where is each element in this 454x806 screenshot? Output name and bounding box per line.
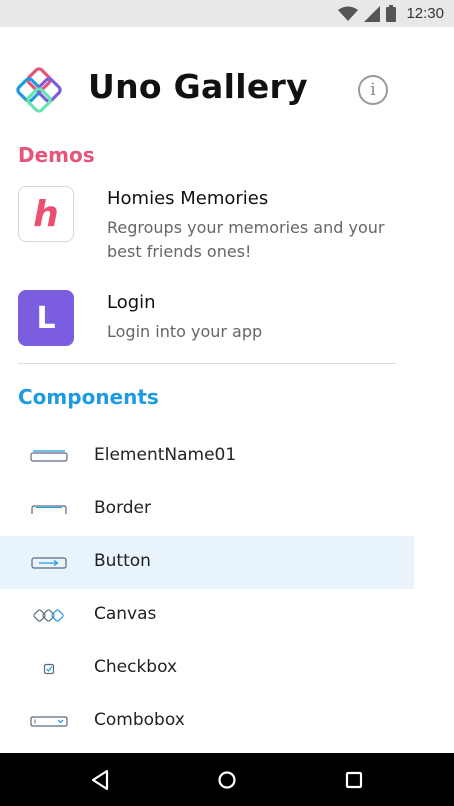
component-item-checkbox[interactable]: Checkbox <box>0 642 414 695</box>
demo-title: Homies Memories <box>107 188 269 209</box>
back-button[interactable] <box>85 765 115 795</box>
component-item-border[interactable]: Border <box>0 483 414 536</box>
button-icon <box>31 557 67 569</box>
component-label: ElementName01 <box>94 445 237 465</box>
app-title: Uno Gallery <box>88 67 308 106</box>
component-item-combobox[interactable]: Combobox <box>0 695 414 748</box>
status-bar: 12:30 <box>0 0 454 27</box>
component-item-canvas[interactable]: Canvas <box>0 589 414 642</box>
components-section-title: Components <box>18 385 159 409</box>
demo-item-login[interactable]: L Login Login into your app <box>0 290 414 386</box>
demo-item-homies-memories[interactable]: h Homies Memories Regroups your memories… <box>0 186 414 282</box>
component-item-elementname01[interactable]: ElementName01 <box>0 430 414 483</box>
components-list: ElementName01 Border Button Canvas Check… <box>0 430 414 748</box>
cellular-signal-icon <box>364 5 381 22</box>
combobox-icon <box>30 716 68 727</box>
component-label: Combobox <box>94 710 185 730</box>
element-name-icon <box>30 450 68 462</box>
component-label: Button <box>94 551 151 571</box>
login-icon: L <box>18 290 74 346</box>
navigation-bar <box>0 753 454 806</box>
demo-description: Regroups your memories and your best fri… <box>107 218 385 261</box>
battery-icon <box>386 5 397 22</box>
recents-icon <box>345 771 363 789</box>
home-icon <box>218 771 236 789</box>
component-label: Border <box>94 498 151 518</box>
demo-title: Login <box>107 292 156 313</box>
side-area <box>414 27 454 753</box>
border-icon <box>31 505 67 514</box>
demos-section-title: Demos <box>18 143 95 167</box>
wifi-icon <box>338 6 359 21</box>
component-label: Checkbox <box>94 657 178 677</box>
checkbox-icon <box>43 663 55 675</box>
canvas-icon <box>33 609 64 622</box>
status-time: 12:30 <box>406 5 444 22</box>
component-item-button[interactable]: Button <box>0 536 414 589</box>
divider <box>18 363 396 364</box>
home-button[interactable] <box>212 765 242 795</box>
uno-logo-icon <box>16 67 62 113</box>
info-icon: i <box>370 79 376 100</box>
recents-button[interactable] <box>339 765 369 795</box>
status-icons: 12:30 <box>338 4 444 23</box>
info-button[interactable]: i <box>358 75 388 105</box>
demo-description: Login into your app <box>107 322 263 341</box>
homies-memories-icon: h <box>18 186 74 242</box>
component-label: Canvas <box>94 604 157 624</box>
back-icon <box>91 769 109 791</box>
app-content: Uno Gallery i Demos h Homies Memories Re… <box>0 27 454 753</box>
header: Uno Gallery i <box>0 27 414 155</box>
